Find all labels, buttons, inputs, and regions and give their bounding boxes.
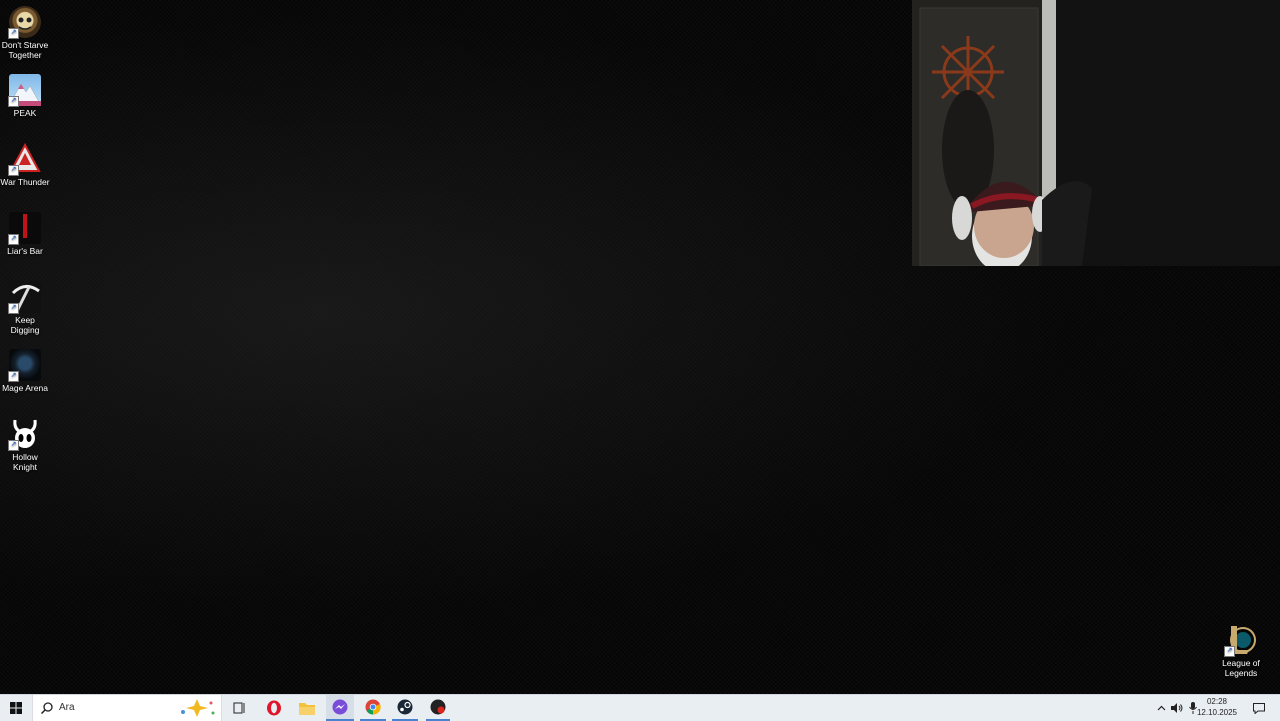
- desktop-icon-peak[interactable]: ↗ PEAK: [0, 74, 50, 118]
- task-view-button[interactable]: [228, 695, 250, 721]
- search-placeholder: Ara: [59, 702, 75, 713]
- war-thunder-icon: ↗: [8, 143, 41, 176]
- volume-button[interactable]: [1170, 695, 1184, 721]
- notification-icon: [1253, 702, 1265, 714]
- task-view-icon: [233, 702, 244, 714]
- shortcut-arrow-icon: ↗: [8, 28, 19, 39]
- desktop-icon-label: Liar's Bar: [7, 246, 43, 256]
- dont-starve-together-icon: ↗: [8, 6, 41, 39]
- desktop-icon-label: PEAK: [13, 108, 37, 118]
- desktop-icon-liars-bar[interactable]: ↗ Liar's Bar: [0, 212, 50, 256]
- messenger-icon: [332, 699, 348, 715]
- shortcut-arrow-icon: ↗: [8, 440, 19, 451]
- desktop-icon-label: Mage Arena: [2, 383, 48, 393]
- desktop-icon-mage-arena[interactable]: ↗ Mage Arena: [0, 349, 50, 393]
- shortcut-arrow-icon: ↗: [8, 165, 19, 176]
- riot-client-icon: [430, 699, 446, 715]
- desktop-icon-label: Don't Starve Together: [1, 40, 49, 60]
- shortcut-arrow-icon: ↗: [8, 303, 19, 314]
- taskbar-app-steam[interactable]: [392, 695, 418, 721]
- clock-time: 02:28: [1206, 697, 1228, 706]
- webcam-feed-image: [912, 0, 1280, 266]
- taskbar-search-box[interactable]: Ara: [32, 695, 222, 721]
- chevron-up-icon: [1157, 705, 1165, 711]
- taskbar-clock[interactable]: 02:28 12.10.2025: [1192, 696, 1242, 718]
- desktop-icon-hollow-knight[interactable]: ↗ Hollow Knight: [0, 418, 50, 472]
- search-icon: [41, 702, 53, 714]
- mage-arena-icon: ↗: [8, 349, 41, 382]
- peak-icon: ↗: [8, 74, 41, 107]
- taskbar: Ara 02:28 12.10.2025: [0, 694, 1280, 721]
- taskbar-app-messenger[interactable]: [326, 695, 354, 721]
- show-hidden-icons-button[interactable]: [1154, 695, 1168, 721]
- league-of-legends-icon: ↗: [1224, 624, 1257, 657]
- hollow-knight-icon: ↗: [8, 418, 41, 451]
- desktop-icon-dont-starve-together[interactable]: ↗ Don't Starve Together: [0, 6, 50, 60]
- desktop-icon-league-of-legends[interactable]: ↗ League of Legends: [1216, 624, 1266, 678]
- speaker-icon: [1171, 703, 1183, 713]
- desktop-icon-label: Keep Digging: [10, 315, 40, 335]
- windows-logo-icon: [10, 702, 22, 714]
- taskbar-app-opera[interactable]: [262, 695, 286, 721]
- chrome-icon: [365, 699, 381, 715]
- desktop-icon-label: Hollow Knight: [12, 452, 38, 472]
- taskbar-app-file-explorer[interactable]: [295, 695, 319, 721]
- opera-icon: [267, 700, 281, 716]
- shortcut-arrow-icon: ↗: [1224, 646, 1235, 657]
- taskbar-app-riot-client[interactable]: [426, 695, 450, 721]
- shortcut-arrow-icon: ↗: [8, 234, 19, 245]
- file-explorer-icon: [299, 703, 315, 715]
- clock-date: 12.10.2025: [1196, 708, 1238, 717]
- desktop-icon-label: League of Legends: [1222, 658, 1260, 678]
- desktop-icon-war-thunder[interactable]: ↗ War Thunder: [0, 143, 50, 187]
- shortcut-arrow-icon: ↗: [8, 96, 19, 107]
- desktop-icon-label: War Thunder: [0, 177, 50, 187]
- desktop-icon-keep-digging[interactable]: ↗ Keep Digging: [0, 281, 50, 335]
- shortcut-arrow-icon: ↗: [8, 371, 19, 382]
- steam-icon: [397, 699, 413, 715]
- webcam-overlay: [912, 0, 1280, 266]
- liars-bar-icon: ↗: [8, 212, 41, 245]
- taskbar-app-chrome[interactable]: [360, 695, 386, 721]
- search-highlight-sparkle-icon: [181, 699, 215, 717]
- notification-center-button[interactable]: [1248, 695, 1270, 721]
- keep-digging-icon: ↗: [8, 281, 41, 314]
- start-button[interactable]: [0, 695, 32, 721]
